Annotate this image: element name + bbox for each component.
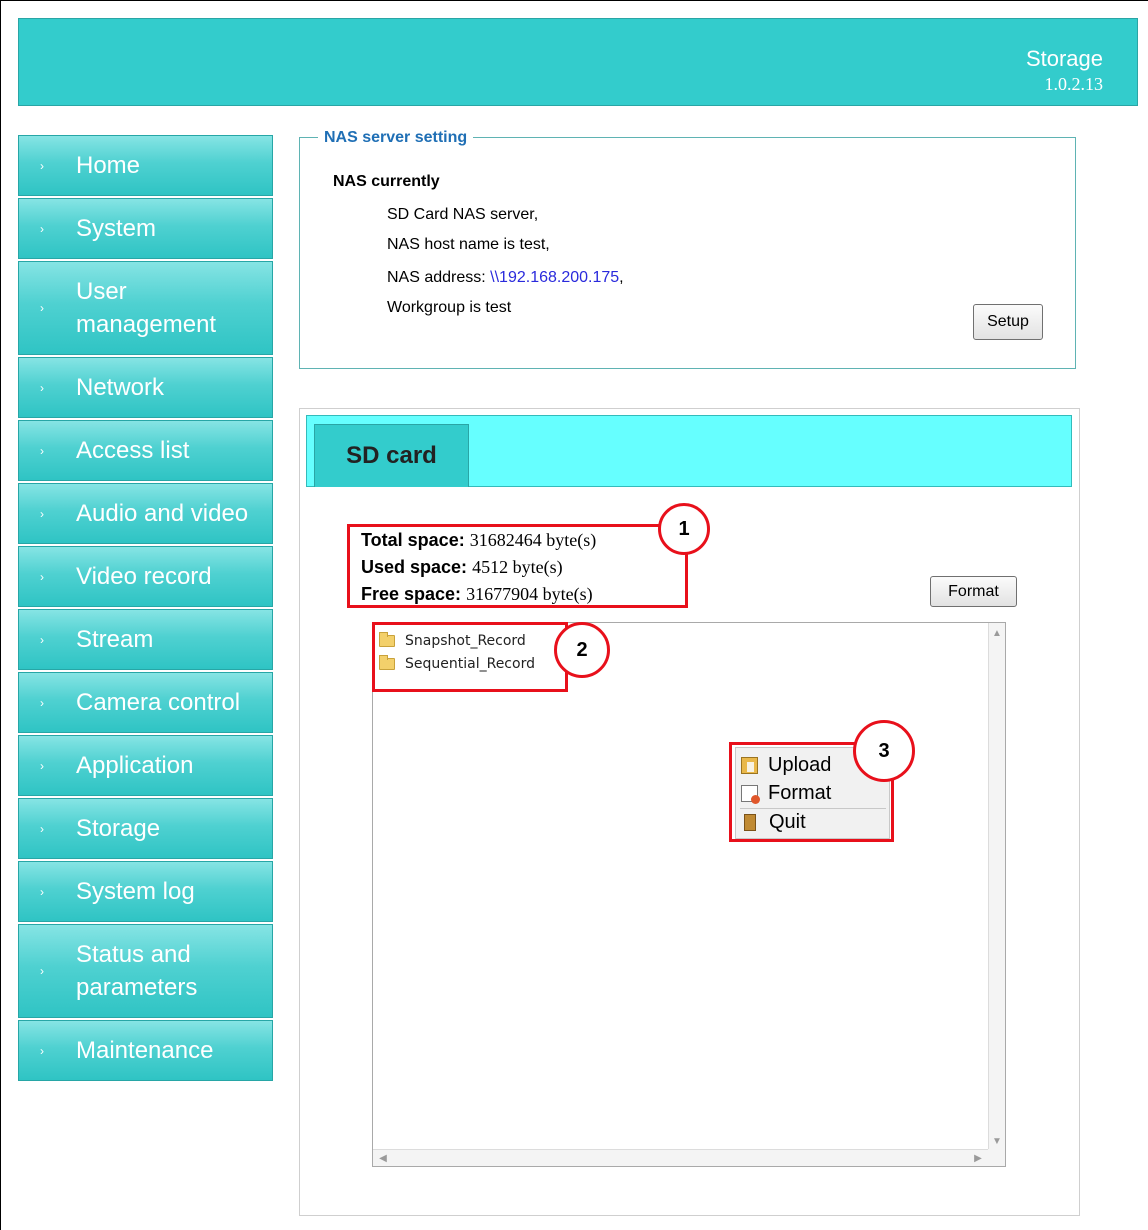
chevron-right-icon: › [40, 884, 44, 899]
sidebar-item-status-and-parameters[interactable]: › Status and parameters [18, 924, 273, 1018]
chevron-right-icon: › [40, 758, 44, 773]
sidebar-item-video-record[interactable]: › Video record [18, 546, 273, 607]
chevron-right-icon: › [40, 964, 44, 978]
chevron-right-icon: › [40, 1043, 44, 1058]
callout-badge-2: 2 [554, 622, 610, 678]
chevron-right-icon: › [40, 443, 44, 458]
sidebar-item-label: Maintenance [76, 1037, 214, 1064]
chevron-right-icon: › [40, 821, 44, 836]
sidebar-item-maintenance[interactable]: › Maintenance [18, 1020, 273, 1081]
nas-address-prefix: NAS address: [387, 269, 491, 286]
sidebar-item-label: Camera control [76, 689, 241, 716]
page-header: Storage 1.0.2.13 [18, 18, 1138, 106]
sidebar-item-camera-control[interactable]: › Camera control [18, 672, 273, 733]
nas-address-suffix: , [619, 269, 624, 286]
sidebar-item-label: Application [76, 752, 194, 779]
nas-legend: NAS server setting [318, 129, 474, 147]
setup-button[interactable]: Setup [973, 304, 1043, 340]
sidebar-item-stream[interactable]: › Stream [18, 609, 273, 670]
nas-workgroup-line: Workgroup is test [387, 299, 512, 316]
format-button[interactable]: Format [930, 576, 1017, 607]
sidebar-item-user-management[interactable]: › User management [18, 261, 273, 355]
tab-bar: SD card [306, 415, 1072, 487]
nas-address-line: NAS address: \\192.168.200.175, [387, 269, 624, 287]
app-title: Storage [1025, 46, 1103, 71]
chevron-right-icon: › [40, 380, 44, 395]
callout-badge-1: 1 [658, 503, 710, 555]
sidebar-item-system-log[interactable]: › System log [18, 861, 273, 922]
nas-address-link[interactable]: \\192.168.200.175 [490, 269, 619, 286]
sidebar-item-label: Video record [76, 563, 212, 590]
chevron-right-icon: › [40, 632, 44, 647]
callout-badge-3: 3 [853, 720, 915, 782]
sidebar-item-storage[interactable]: › Storage [18, 798, 273, 859]
chevron-right-icon: › [40, 569, 44, 584]
chevron-right-icon: › [40, 506, 44, 521]
tab-sd-card[interactable]: SD card [314, 424, 469, 487]
sidebar-item-home[interactable]: › Home [18, 135, 273, 196]
chevron-right-icon: › [40, 158, 44, 173]
chevron-right-icon: › [40, 301, 44, 315]
nas-server-line: SD Card NAS server, [387, 206, 539, 223]
callout-box-folders [372, 622, 568, 692]
sidebar-item-access-list[interactable]: › Access list [18, 420, 273, 481]
sidebar-item-label: System log [76, 878, 195, 905]
sidebar-item-system[interactable]: › System [18, 198, 273, 259]
app-version: 1.0.2.13 [1044, 74, 1104, 94]
sidebar-item-label: Audio and video [76, 500, 249, 527]
scrollbar-corner [988, 1149, 1005, 1166]
sidebar-item-label: Stream [76, 626, 154, 653]
horizontal-scrollbar[interactable]: ◀ ▶ [373, 1149, 988, 1166]
sidebar-item-audio-and-video[interactable]: › Audio and video [18, 483, 273, 544]
scroll-left-icon[interactable]: ◀ [375, 1150, 391, 1166]
scroll-up-icon[interactable]: ▲ [989, 625, 1005, 641]
sidebar-item-network[interactable]: › Network [18, 357, 273, 418]
scroll-right-icon[interactable]: ▶ [970, 1150, 986, 1166]
sidebar-item-application[interactable]: › Application [18, 735, 273, 796]
nas-hostname-line: NAS host name is test, [387, 236, 550, 253]
sidebar-item-label: Network [76, 374, 165, 401]
sidebar-item-label: System [76, 215, 157, 242]
chevron-right-icon: › [40, 221, 44, 236]
nas-heading: NAS currently [333, 173, 440, 190]
vertical-scrollbar[interactable]: ▲ ▼ [988, 623, 1005, 1151]
sidebar-item-label: Home [76, 152, 141, 179]
sidebar-item-label: Status and parameters [76, 941, 198, 1001]
sidebar-item-label: User management [76, 278, 217, 338]
chevron-right-icon: › [40, 695, 44, 710]
sidebar-item-label: Access list [76, 437, 190, 464]
scroll-down-icon[interactable]: ▼ [989, 1133, 1005, 1149]
sidebar-item-label: Storage [76, 815, 161, 842]
sidebar-nav: › Home › System › User management › Netw… [18, 135, 273, 1083]
nas-settings-fieldset: NAS server setting NAS currently SD Card… [299, 129, 1076, 369]
file-tree[interactable]: Snapshot_Record Sequential_Record ▲ ▼ ◀ … [372, 622, 1006, 1167]
callout-box-space-info [347, 524, 688, 608]
